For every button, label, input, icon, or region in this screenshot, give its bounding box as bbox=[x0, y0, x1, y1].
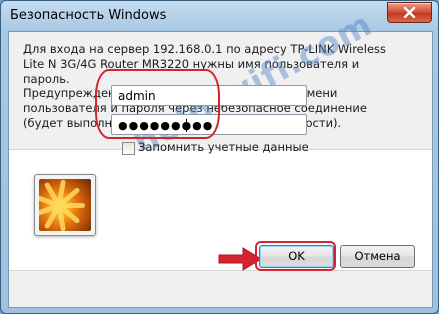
credentials-annotation-oval bbox=[95, 69, 220, 139]
security-dialog: Безопасность Windows Для входа на сервер… bbox=[0, 0, 439, 314]
ok-button[interactable]: OK bbox=[259, 245, 334, 268]
user-picture bbox=[34, 174, 96, 236]
close-icon bbox=[403, 7, 416, 18]
remember-label[interactable]: Запомнить учетные данные bbox=[138, 140, 309, 154]
window-title: Безопасность Windows bbox=[10, 8, 167, 23]
close-button[interactable] bbox=[387, 2, 432, 23]
cancel-button[interactable]: Отмена bbox=[340, 245, 415, 268]
flower-picture-icon bbox=[39, 179, 91, 231]
remember-checkbox[interactable] bbox=[122, 142, 135, 155]
